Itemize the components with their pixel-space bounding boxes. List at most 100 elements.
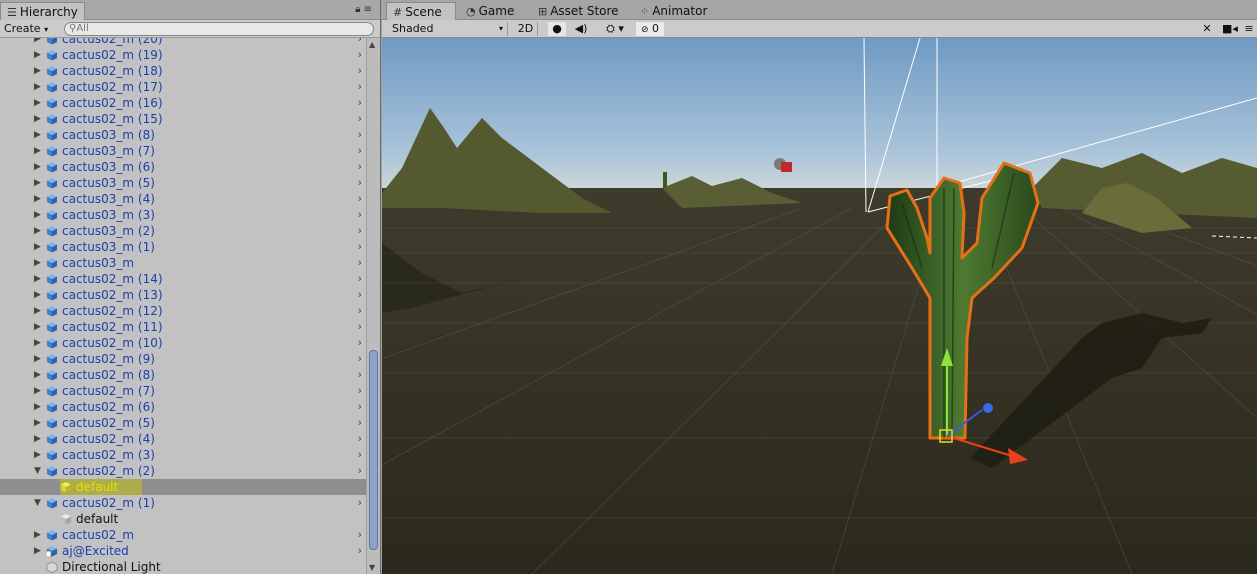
open-prefab-icon[interactable]: › bbox=[358, 63, 362, 79]
scroll-thumb[interactable] bbox=[369, 350, 378, 550]
hierarchy-row[interactable]: ▶ cactus02_m (8) › bbox=[0, 367, 366, 383]
open-prefab-icon[interactable]: › bbox=[358, 191, 362, 207]
hierarchy-row[interactable]: ▶ cactus02_m (18) › bbox=[0, 63, 366, 79]
hierarchy-row[interactable]: ▶ cactus02_m (9) › bbox=[0, 351, 366, 367]
open-prefab-icon[interactable]: › bbox=[358, 415, 362, 431]
hierarchy-row[interactable]: default bbox=[0, 479, 366, 495]
open-prefab-icon[interactable]: › bbox=[358, 383, 362, 399]
expand-arrow-icon[interactable]: ▶ bbox=[34, 255, 41, 271]
expand-arrow-icon[interactable]: ▶ bbox=[34, 127, 41, 143]
open-prefab-icon[interactable]: › bbox=[358, 207, 362, 223]
open-prefab-icon[interactable]: › bbox=[358, 255, 362, 271]
hierarchy-row[interactable]: ▶ cactus02_m (15) › bbox=[0, 111, 366, 127]
expand-arrow-icon[interactable]: ▶ bbox=[34, 319, 41, 335]
open-prefab-icon[interactable]: › bbox=[358, 463, 362, 479]
open-prefab-icon[interactable]: › bbox=[358, 159, 362, 175]
tab-scene[interactable]: # Scene bbox=[386, 2, 456, 20]
hierarchy-row[interactable]: ▶ cactus02_m (5) › bbox=[0, 415, 366, 431]
menu-icon[interactable]: ≡ bbox=[364, 4, 372, 15]
hierarchy-row[interactable]: ▶ cactus02_m (3) › bbox=[0, 447, 366, 463]
hierarchy-search-input[interactable]: ⚲All bbox=[64, 22, 374, 36]
2d-toggle[interactable]: 2D bbox=[514, 22, 538, 36]
open-prefab-icon[interactable]: › bbox=[358, 527, 362, 543]
effects-dropdown[interactable]: ⛭ ▾ bbox=[600, 22, 630, 36]
open-prefab-icon[interactable]: › bbox=[358, 271, 362, 287]
expand-arrow-icon[interactable]: ▶ bbox=[34, 447, 41, 463]
hierarchy-row[interactable]: ▶ cactus02_m (6) › bbox=[0, 399, 366, 415]
panel-options[interactable]: 🔒︎ ≡ bbox=[355, 4, 372, 15]
collapse-arrow-icon[interactable]: ▼ bbox=[34, 463, 41, 479]
hierarchy-row[interactable]: ▶ cactus02_m (12) › bbox=[0, 303, 366, 319]
open-prefab-icon[interactable]: › bbox=[358, 95, 362, 111]
hierarchy-row[interactable]: ▶ cactus03_m (6) › bbox=[0, 159, 366, 175]
expand-arrow-icon[interactable]: ▶ bbox=[34, 367, 41, 383]
hierarchy-row[interactable]: ▶ cactus03_m (1) › bbox=[0, 239, 366, 255]
hierarchy-row[interactable]: ▶ cactus03_m (7) › bbox=[0, 143, 366, 159]
hierarchy-row[interactable]: ▶ cactus03_m › bbox=[0, 255, 366, 271]
tab-hierarchy[interactable]: ☰ Hierarchy bbox=[0, 2, 85, 20]
open-prefab-icon[interactable]: › bbox=[358, 287, 362, 303]
expand-arrow-icon[interactable]: ▶ bbox=[34, 207, 41, 223]
audio-toggle[interactable]: ◀) bbox=[572, 22, 590, 36]
create-dropdown[interactable]: Create ▾ bbox=[4, 22, 48, 36]
open-prefab-icon[interactable]: › bbox=[358, 367, 362, 383]
lighting-toggle[interactable]: ● bbox=[548, 22, 566, 36]
hierarchy-row[interactable]: ▶ cactus02_m (10) › bbox=[0, 335, 366, 351]
expand-arrow-icon[interactable]: ▶ bbox=[34, 159, 41, 175]
shading-mode-dropdown[interactable]: Shaded ▾ bbox=[386, 22, 508, 36]
expand-arrow-icon[interactable]: ▶ bbox=[34, 303, 41, 319]
hierarchy-row[interactable]: ▶ cactus03_m (4) › bbox=[0, 191, 366, 207]
open-prefab-icon[interactable]: › bbox=[358, 38, 362, 47]
hierarchy-scrollbar[interactable]: ▲ ▼ bbox=[366, 38, 380, 574]
hierarchy-row[interactable]: ▶ aj@Excited › bbox=[0, 543, 366, 559]
hierarchy-row[interactable]: ▶ cactus02_m (11) › bbox=[0, 319, 366, 335]
scene-viewport[interactable] bbox=[382, 38, 1257, 574]
expand-arrow-icon[interactable]: ▶ bbox=[34, 399, 41, 415]
open-prefab-icon[interactable]: › bbox=[358, 175, 362, 191]
open-prefab-icon[interactable]: › bbox=[358, 399, 362, 415]
open-prefab-icon[interactable]: › bbox=[358, 351, 362, 367]
expand-arrow-icon[interactable]: ▶ bbox=[34, 271, 41, 287]
hierarchy-row[interactable]: ▶ cactus02_m (20) › bbox=[0, 38, 366, 47]
hierarchy-row[interactable]: ▶ cactus03_m (2) › bbox=[0, 223, 366, 239]
lock-icon[interactable]: 🔒︎ bbox=[355, 4, 360, 15]
hierarchy-row[interactable]: ▶ cactus02_m (16) › bbox=[0, 95, 366, 111]
expand-arrow-icon[interactable]: ▶ bbox=[34, 431, 41, 447]
tools-toggle[interactable]: ✕ bbox=[1198, 22, 1216, 36]
open-prefab-icon[interactable]: › bbox=[358, 223, 362, 239]
hierarchy-row[interactable]: ▶ cactus02_m (17) › bbox=[0, 79, 366, 95]
expand-arrow-icon[interactable]: ▶ bbox=[34, 543, 41, 559]
expand-arrow-icon[interactable]: ▶ bbox=[34, 143, 41, 159]
expand-arrow-icon[interactable]: ▶ bbox=[34, 527, 41, 543]
z-arrow-icon[interactable] bbox=[983, 403, 993, 413]
open-prefab-icon[interactable]: › bbox=[358, 431, 362, 447]
expand-arrow-icon[interactable]: ▶ bbox=[34, 351, 41, 367]
expand-arrow-icon[interactable]: ▶ bbox=[34, 47, 41, 63]
expand-arrow-icon[interactable]: ▶ bbox=[34, 111, 41, 127]
scroll-up-icon[interactable]: ▲ bbox=[369, 40, 375, 49]
hidden-objects-toggle[interactable]: ⊘ 0 bbox=[636, 22, 664, 36]
expand-arrow-icon[interactable]: ▶ bbox=[34, 287, 41, 303]
camera-dropdown[interactable]: ■◂ bbox=[1220, 22, 1240, 36]
expand-arrow-icon[interactable]: ▶ bbox=[34, 223, 41, 239]
tab-game[interactable]: ◔ Game bbox=[460, 2, 520, 20]
hierarchy-row[interactable]: ▼ cactus02_m (1) › bbox=[0, 495, 366, 511]
hierarchy-row[interactable]: ▶ cactus02_m (7) › bbox=[0, 383, 366, 399]
hierarchy-row[interactable]: ▶ cactus03_m (5) › bbox=[0, 175, 366, 191]
expand-arrow-icon[interactable]: ▶ bbox=[34, 415, 41, 431]
hierarchy-row[interactable]: Directional Light bbox=[0, 559, 366, 574]
open-prefab-icon[interactable]: › bbox=[358, 127, 362, 143]
open-prefab-icon[interactable]: › bbox=[358, 543, 362, 559]
expand-arrow-icon[interactable]: ▶ bbox=[34, 239, 41, 255]
collapse-arrow-icon[interactable]: ▼ bbox=[34, 495, 41, 511]
expand-arrow-icon[interactable]: ▶ bbox=[34, 79, 41, 95]
expand-arrow-icon[interactable]: ▶ bbox=[34, 383, 41, 399]
hierarchy-row[interactable]: ▶ cactus03_m (3) › bbox=[0, 207, 366, 223]
open-prefab-icon[interactable]: › bbox=[358, 447, 362, 463]
open-prefab-icon[interactable]: › bbox=[358, 111, 362, 127]
open-prefab-icon[interactable]: › bbox=[358, 239, 362, 255]
expand-arrow-icon[interactable]: ▶ bbox=[34, 335, 41, 351]
scroll-down-icon[interactable]: ▼ bbox=[369, 563, 375, 572]
open-prefab-icon[interactable]: › bbox=[358, 335, 362, 351]
tab-asset-store[interactable]: ⊞ Asset Store bbox=[532, 2, 625, 20]
